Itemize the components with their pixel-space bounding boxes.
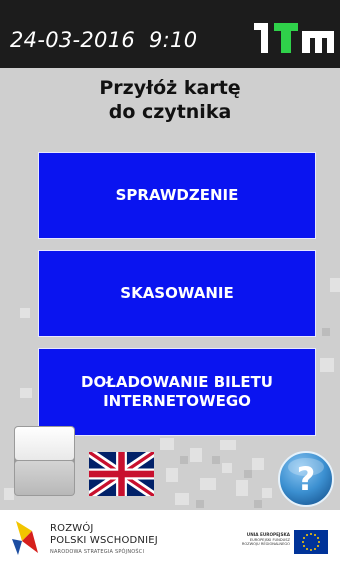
validate-button-label: SKASOWANIE: [120, 284, 234, 302]
check-button-label: SPRAWDZENIE: [115, 186, 239, 204]
eu-fund-text: UNIA EUROPEJSKA EUROPEJSKI FUNDUSZ ROZWO…: [216, 532, 290, 547]
poland-flag-icon[interactable]: [13, 425, 76, 497]
ticket-machine-screen: 24-03-2016 9:10 Przyłóż kartę do czytnik…: [0, 0, 340, 565]
topup-button-label: DOŁADOWANIE BILETU INTERNETOWEGO: [81, 373, 273, 411]
footer-title-line-2: POLSKI WSCHODNIEJ: [50, 535, 158, 546]
check-button[interactable]: SPRAWDZENIE: [38, 152, 316, 239]
datetime-display: 24-03-2016 9:10: [10, 28, 198, 52]
rozwoj-polski-wschodniej-logo: [12, 521, 38, 555]
prompt-line-2: do czytnika: [108, 101, 232, 123]
footer-subtitle: NARODOWA STRATEGIA SPÓJNOŚCI: [50, 549, 145, 555]
help-glyph: ?: [297, 460, 316, 498]
uk-flag-icon[interactable]: [89, 452, 154, 496]
help-icon[interactable]: ?: [277, 450, 335, 508]
main-panel: Przyłóż kartę do czytnika SPRAWDZENIE SK…: [0, 68, 340, 510]
top-bar: 24-03-2016 9:10: [0, 0, 340, 68]
footer: ROZWÓJ POLSKI WSCHODNIEJ NARODOWA STRATE…: [0, 510, 340, 565]
prompt-text: Przyłóż kartę do czytnika: [0, 76, 340, 124]
topup-button-label-line-2: INTERNETOWEGO: [103, 392, 251, 410]
topup-internet-ticket-button[interactable]: DOŁADOWANIE BILETU INTERNETOWEGO: [38, 348, 316, 436]
eu-line-3: ROZWOJU REGIONALNEGO: [241, 542, 290, 547]
footer-title-line-1: ROZWÓJ: [50, 523, 94, 534]
prompt-line-1: Przyłóż kartę: [99, 77, 241, 99]
topup-button-label-line-1: DOŁADOWANIE BILETU: [81, 373, 273, 391]
eu-flag-icon: [294, 530, 328, 554]
validate-button[interactable]: SKASOWANIE: [38, 250, 316, 337]
ltm-logo: [254, 23, 334, 53]
